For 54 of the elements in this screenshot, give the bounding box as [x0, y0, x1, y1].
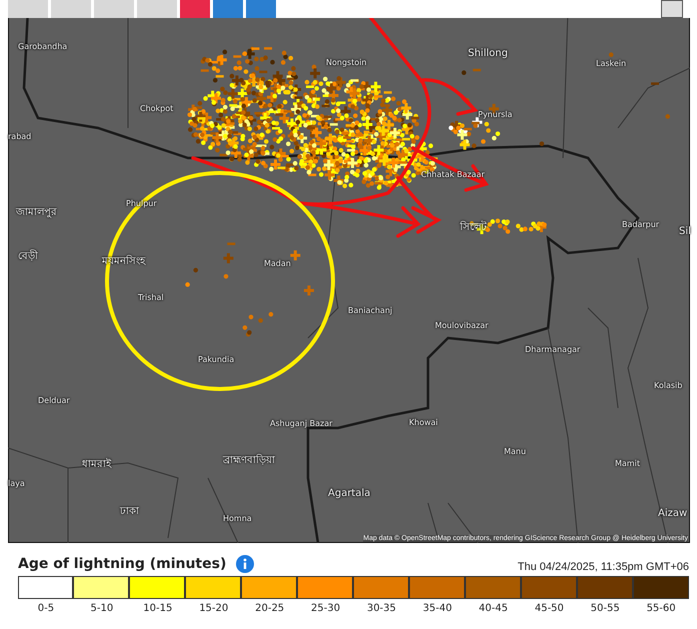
toolbar-button[interactable] [246, 0, 276, 18]
place-label: ঢাকা [120, 505, 139, 519]
place-label: Kolasib [654, 381, 682, 390]
place-label: Pakundia [198, 355, 234, 364]
place-label: laya [8, 479, 25, 488]
toolbar-button[interactable] [94, 0, 134, 18]
legend-label: 10-15 [143, 603, 172, 614]
place-label: Khowai [409, 418, 438, 427]
place-label: rabad [8, 132, 32, 141]
place-label: Delduar [38, 396, 70, 405]
place-label: Shillong [468, 48, 508, 59]
place-label: Laskein [596, 59, 626, 68]
place-label: Mamit [615, 459, 640, 468]
legend-title: Age of lightning (minutes) [18, 556, 226, 572]
place-label: Nongstoin [326, 58, 367, 67]
place-label: Sil [679, 226, 691, 237]
legend-label: 35-40 [422, 603, 452, 614]
legend-label: 5-10 [90, 603, 114, 614]
toolbar-button[interactable] [137, 0, 177, 18]
legend-label: 50-55 [590, 603, 620, 614]
place-label: Moulovibazar [435, 321, 488, 330]
legend-label: 45-50 [534, 603, 564, 614]
place-label: বেড়ী [18, 248, 38, 264]
place-label: Baniachanj [348, 306, 392, 315]
toolbar-button[interactable] [213, 0, 243, 18]
map-control-button[interactable] [661, 0, 683, 18]
legend-label: 25-30 [311, 603, 340, 614]
legend-label: 30-35 [366, 603, 396, 614]
legend-label: 40-45 [478, 603, 508, 614]
legend-label: 55-60 [646, 603, 676, 614]
legend-label: 15-20 [199, 603, 228, 614]
place-label: জামালপুর [16, 206, 57, 220]
place-label: Agartala [328, 488, 370, 499]
place-label: Homna [223, 514, 252, 523]
info-icon[interactable] [236, 555, 254, 573]
place-label: Chokpot [140, 104, 174, 113]
place-label: Madan [264, 259, 291, 268]
legend-label: 0-5 [38, 603, 54, 614]
place-label: Trishal [138, 293, 164, 302]
place-label: Aizaw [658, 508, 688, 519]
place-label: Dharmanagar [525, 345, 580, 354]
map-background[interactable] [8, 18, 690, 543]
place-label: Badarpur [622, 220, 660, 229]
place-label: Pynursla [478, 110, 512, 119]
toolbar-button[interactable] [180, 0, 210, 18]
place-label: Manu [504, 447, 526, 456]
place-label: ধামরাই [82, 457, 111, 472]
place-label: ব্রাহ্মণবাড়িয়া [223, 453, 275, 468]
place-label: Garobandha [18, 42, 68, 51]
legend-label: 20-25 [255, 603, 284, 614]
place-label: Ashuganj Bazar [270, 419, 332, 428]
toolbar-button[interactable] [8, 0, 48, 18]
timestamp: Thu 04/24/2025, 11:35pm GMT+06 [518, 561, 689, 573]
toolbar-button[interactable] [51, 0, 91, 18]
